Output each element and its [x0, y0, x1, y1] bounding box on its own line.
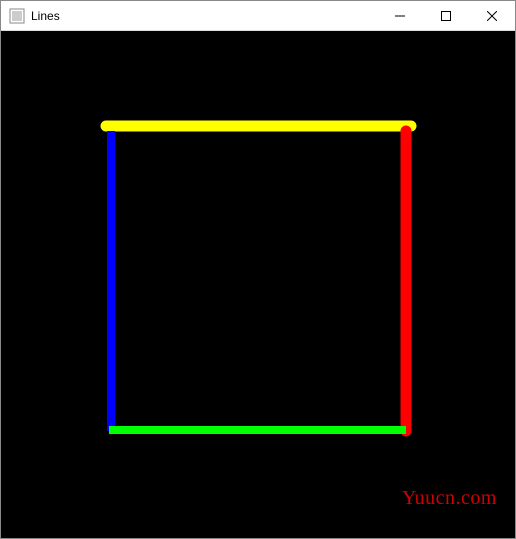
close-button[interactable] — [469, 1, 515, 30]
drawing-canvas — [1, 31, 515, 538]
window-controls — [377, 1, 515, 30]
maximize-button[interactable] — [423, 1, 469, 30]
app-window: Lines Yuucn.com — [0, 0, 516, 539]
app-icon — [9, 8, 25, 24]
titlebar[interactable]: Lines — [1, 1, 515, 31]
minimize-button[interactable] — [377, 1, 423, 30]
window-title: Lines — [31, 9, 377, 23]
watermark-text: Yuucn.com — [402, 487, 497, 510]
client-area: Yuucn.com — [1, 31, 515, 538]
